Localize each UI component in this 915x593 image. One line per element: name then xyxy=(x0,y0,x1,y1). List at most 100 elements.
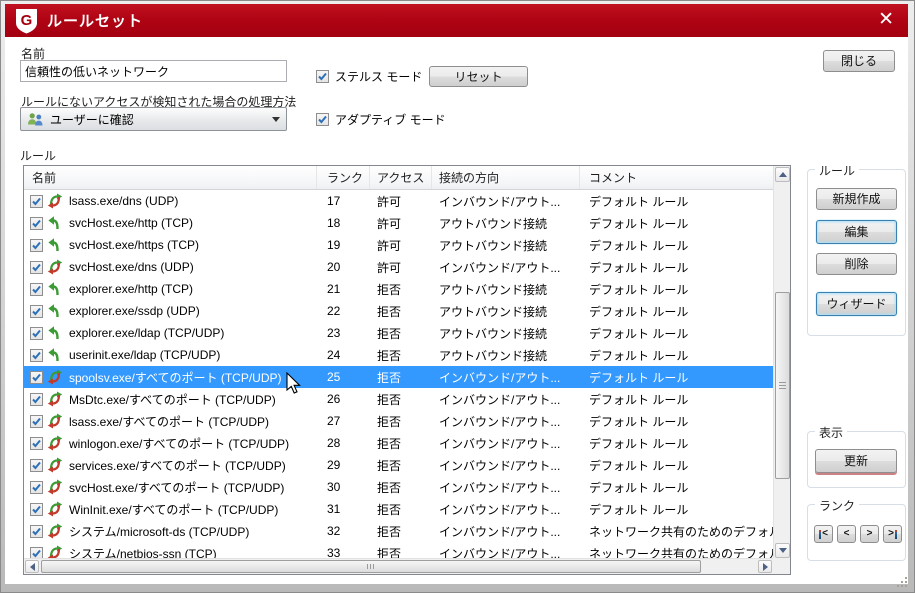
table-row[interactable]: システム/microsoft-ds (TCP/UDP) 32 拒否 インバウンド… xyxy=(24,520,773,542)
table-row[interactable]: winlogon.exe/すべてのポート (TCP/UDP) 28 拒否 インバ… xyxy=(24,432,773,454)
ruleset-name-input[interactable] xyxy=(20,60,287,82)
rule-name: userinit.exe/ldap (TCP/UDP) xyxy=(69,348,220,362)
rules-section-label: ルール xyxy=(20,147,56,164)
titlebar[interactable]: G ルールセット ✕ xyxy=(5,4,908,37)
rule-access: 許可 xyxy=(370,215,432,232)
vertical-scroll-thumb[interactable] xyxy=(775,292,790,479)
rule-checkbox[interactable] xyxy=(30,239,43,252)
rule-comment: デフォルト ルール xyxy=(580,347,773,364)
dialog-content: 名前 閉じる ステルス モード リセット ルールにないアクセスが検知された場合の… xyxy=(5,37,908,584)
rule-access: 拒否 xyxy=(370,413,432,430)
rule-direction-icon xyxy=(47,435,63,451)
reset-button[interactable]: リセット xyxy=(429,66,528,87)
window-title: ルールセット xyxy=(47,10,143,31)
close-icon[interactable]: ✕ xyxy=(878,8,894,31)
table-row[interactable]: spoolsv.exe/すべてのポート (TCP/UDP) 25 拒否 インバウ… xyxy=(24,366,773,388)
column-header-name[interactable]: 名前 xyxy=(24,166,317,189)
scrollbar-corner xyxy=(773,558,790,574)
close-button[interactable]: 閉じる xyxy=(823,50,895,72)
rule-rank: 28 xyxy=(317,436,370,450)
table-row[interactable]: lsass.exe/すべてのポート (TCP/UDP) 27 拒否 インバウンド… xyxy=(24,410,773,432)
rule-rank: 20 xyxy=(317,260,370,274)
stealth-mode-checkbox[interactable]: ステルス モード xyxy=(316,68,422,85)
table-row[interactable]: explorer.exe/ldap (TCP/UDP) 23 拒否 アウトバウン… xyxy=(24,322,773,344)
table-row[interactable]: lsass.exe/dns (UDP) 17 許可 インバウンド/アウト... … xyxy=(24,190,773,212)
rule-direction: インバウンド/アウト... xyxy=(432,501,580,518)
rule-checkbox[interactable] xyxy=(30,217,43,230)
wizard-button[interactable]: ウィザード xyxy=(816,292,897,316)
rule-name: lsass.exe/すべてのポート (TCP/UDP) xyxy=(69,413,269,430)
table-row[interactable]: explorer.exe/ssdp (UDP) 22 拒否 アウトバウンド接続 … xyxy=(24,300,773,322)
table-row[interactable]: svcHost.exe/https (TCP) 19 許可 アウトバウンド接続 … xyxy=(24,234,773,256)
scroll-up-button[interactable] xyxy=(775,167,790,182)
rule-checkbox[interactable] xyxy=(30,371,43,384)
scroll-down-button[interactable] xyxy=(775,543,790,558)
rule-checkbox[interactable] xyxy=(30,283,43,296)
rank-down-button[interactable]: > xyxy=(860,525,879,543)
svg-text:G: G xyxy=(21,12,33,29)
rule-checkbox[interactable] xyxy=(30,437,43,450)
table-row[interactable]: svcHost.exe/すべてのポート (TCP/UDP) 30 拒否 インバウ… xyxy=(24,476,773,498)
rank-first-button[interactable]: < xyxy=(814,525,833,543)
arrow-up-icon xyxy=(779,172,787,177)
rule-comment: ネットワーク共有のためのデフォル xyxy=(580,523,773,540)
column-header-access[interactable]: アクセス xyxy=(370,166,432,189)
edit-rule-button[interactable]: 編集 xyxy=(816,220,897,244)
rule-direction-icon xyxy=(47,457,63,473)
rule-checkbox[interactable] xyxy=(30,415,43,428)
horizontal-scroll-thumb[interactable] xyxy=(41,560,701,573)
rule-actions-group-label: ルール xyxy=(815,162,859,179)
rule-checkbox[interactable] xyxy=(30,349,43,362)
column-header-direction[interactable]: 接続の方向 xyxy=(432,166,580,189)
rule-direction-icon xyxy=(47,215,63,231)
rule-access: 拒否 xyxy=(370,303,432,320)
unmatched-action-dropdown[interactable]: ユーザーに確認 xyxy=(20,107,287,131)
delete-rule-button[interactable]: 削除 xyxy=(816,253,897,275)
rule-rank: 32 xyxy=(317,524,370,538)
display-group-label: 表示 xyxy=(815,424,847,441)
chevron-down-icon xyxy=(272,117,280,122)
rule-checkbox[interactable] xyxy=(30,305,43,318)
rule-checkbox[interactable] xyxy=(30,481,43,494)
arrow-left-icon xyxy=(30,563,35,571)
scroll-right-button[interactable] xyxy=(758,560,772,573)
rule-checkbox[interactable] xyxy=(30,261,43,274)
rule-checkbox[interactable] xyxy=(30,503,43,516)
scroll-grip-icon xyxy=(779,382,786,389)
refresh-button[interactable]: 更新 xyxy=(815,449,897,473)
table-row[interactable]: userinit.exe/ldap (TCP/UDP) 24 拒否 アウトバウン… xyxy=(24,344,773,366)
table-row[interactable]: svcHost.exe/http (TCP) 18 許可 アウトバウンド接続 デ… xyxy=(24,212,773,234)
unmatched-action-value: ユーザーに確認 xyxy=(50,111,134,128)
rule-comment: デフォルト ルール xyxy=(580,457,773,474)
horizontal-scrollbar[interactable] xyxy=(24,558,773,574)
arrow-right-icon xyxy=(763,563,768,571)
rule-checkbox[interactable] xyxy=(30,393,43,406)
rules-table: 名前 ランク アクセス 接続の方向 コメント xyxy=(23,165,791,575)
column-header-comment[interactable]: コメント xyxy=(580,166,773,189)
column-header-rank[interactable]: ランク xyxy=(317,166,370,189)
rank-last-button[interactable]: > xyxy=(883,525,902,543)
rule-checkbox[interactable] xyxy=(30,525,43,538)
rule-comment: デフォルト ルール xyxy=(580,237,773,254)
table-row[interactable]: svcHost.exe/dns (UDP) 20 許可 インバウンド/アウト..… xyxy=(24,256,773,278)
rule-checkbox[interactable] xyxy=(30,195,43,208)
rank-group-label: ランク xyxy=(815,497,859,514)
new-rule-button[interactable]: 新規作成 xyxy=(816,188,897,210)
rule-name: svcHost.exe/すべてのポート (TCP/UDP) xyxy=(69,479,284,496)
resize-grip[interactable] xyxy=(894,574,908,588)
scroll-left-button[interactable] xyxy=(25,560,39,573)
rule-direction: インバウンド/アウト... xyxy=(432,413,580,430)
table-row[interactable]: MsDtc.exe/すべてのポート (TCP/UDP) 26 拒否 インバウンド… xyxy=(24,388,773,410)
rule-actions-group: ルール 新規作成 編集 削除 ウィザード xyxy=(807,169,906,336)
table-row[interactable]: explorer.exe/http (TCP) 21 拒否 アウトバウンド接続 … xyxy=(24,278,773,300)
vertical-scrollbar[interactable] xyxy=(773,166,790,559)
rule-access: 拒否 xyxy=(370,501,432,518)
rule-checkbox[interactable] xyxy=(30,459,43,472)
rule-checkbox[interactable] xyxy=(30,327,43,340)
table-row[interactable]: services.exe/すべてのポート (TCP/UDP) 29 拒否 インバ… xyxy=(24,454,773,476)
rank-up-button[interactable]: < xyxy=(837,525,856,543)
adaptive-mode-checkbox[interactable]: アダプティブ モード xyxy=(316,111,446,128)
checkbox-checked-icon xyxy=(316,70,329,83)
table-row[interactable]: WinInit.exe/すべてのポート (TCP/UDP) 31 拒否 インバウ… xyxy=(24,498,773,520)
rule-comment: デフォルト ルール xyxy=(580,501,773,518)
